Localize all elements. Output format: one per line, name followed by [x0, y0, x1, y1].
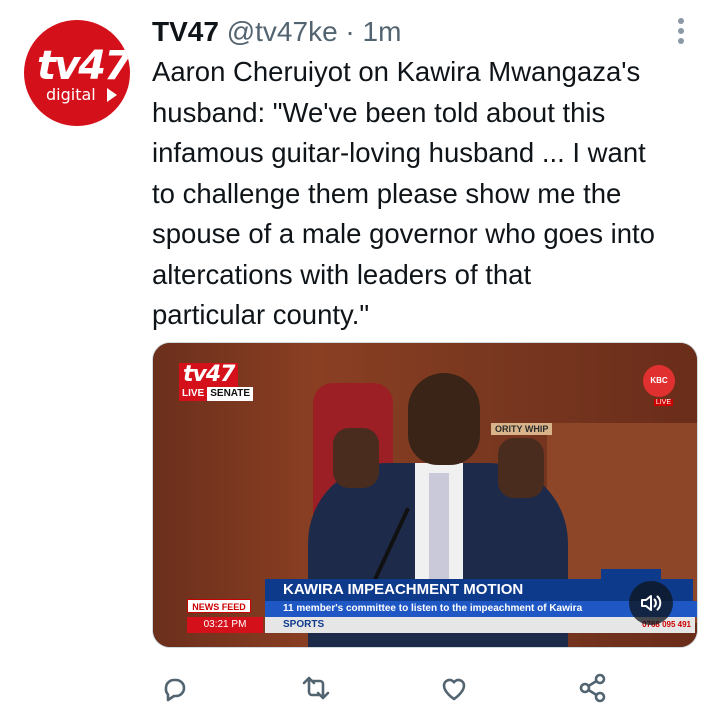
video-speaker-hand-right: [498, 438, 544, 498]
separator: ·: [345, 16, 355, 47]
video-kbc-live: LIVE: [653, 399, 673, 406]
author-name[interactable]: TV47: [152, 16, 219, 47]
avatar-logo-text: tv47: [37, 43, 130, 89]
video-newsfeed-label: NEWS FEED: [187, 599, 251, 613]
tweet-actions: [0, 668, 720, 708]
tweet-text: Aaron Cheruiyot on Kawira Mwangaza's hus…: [152, 56, 655, 330]
author-handle[interactable]: @tv47ke: [227, 16, 338, 47]
sound-icon-glyph: [641, 595, 662, 611]
video-placard: ORITY WHIP: [491, 423, 553, 435]
avatar[interactable]: tv47 digital: [24, 20, 130, 126]
video-senate-label: SENATE: [207, 387, 254, 401]
video-live-label: LIVE: [179, 387, 208, 401]
tweet-time[interactable]: 1m: [363, 16, 402, 47]
video-live-tag: LIVE SENATE: [179, 387, 254, 401]
video-channel-logo: tv47: [179, 363, 239, 387]
video-speaker-tie: [429, 473, 449, 593]
sound-icon[interactable]: [629, 581, 673, 625]
reply-icon[interactable]: [154, 668, 194, 708]
like-icon[interactable]: [434, 668, 474, 708]
avatar-logo-subtext: digital: [46, 85, 96, 104]
video-kbc-logo: KBC: [643, 365, 675, 397]
tweet-video[interactable]: ORITY WHIP tv47 LIVE SENATE KBC LIVE KAW…: [152, 342, 698, 648]
retweet-icon[interactable]: [296, 668, 336, 708]
video-speaker-head: [408, 373, 480, 465]
more-vertical-icon[interactable]: [672, 16, 690, 46]
video-ticker-label: SPORTS: [265, 617, 623, 633]
video-clock: 03:21 PM: [187, 617, 263, 633]
share-icon[interactable]: [573, 668, 613, 708]
tweet-header: TV47 @tv47ke · 1m: [152, 12, 401, 52]
play-icon: [107, 88, 117, 102]
video-speaker-hand-left: [333, 428, 379, 488]
